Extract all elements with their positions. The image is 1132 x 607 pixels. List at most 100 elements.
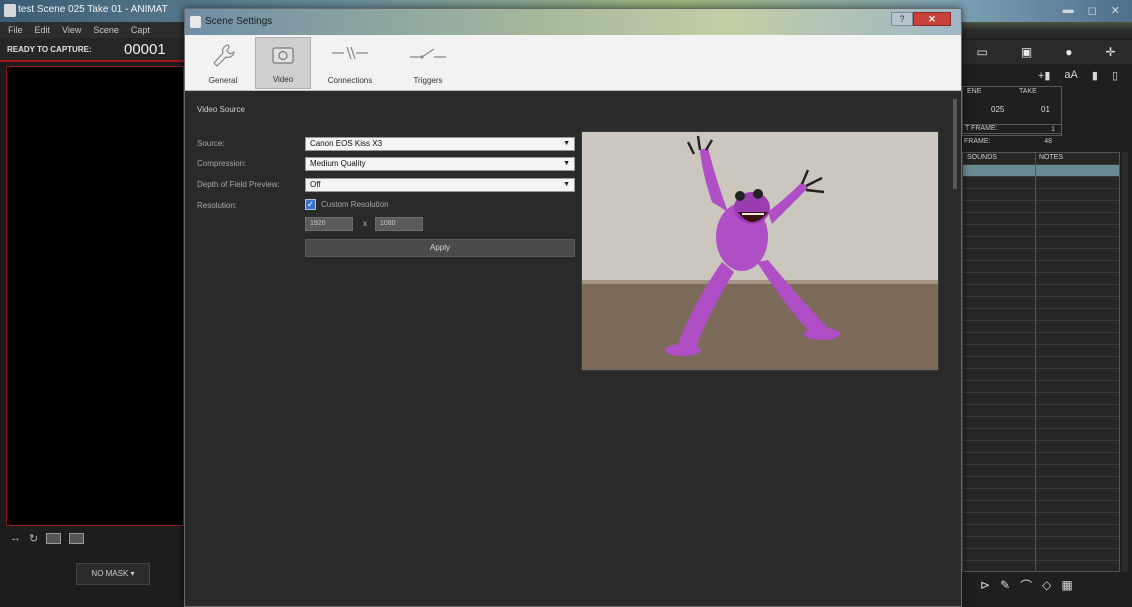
minimize-icon[interactable]: ▬ [1063,4,1074,17]
take-header: TAKE [1019,88,1037,95]
menu-edit[interactable]: Edit [35,22,51,38]
tab-connections[interactable]: Connections [313,37,387,89]
take-value: 01 [1041,105,1050,114]
scene-value: 025 [991,105,1005,114]
app-icon [4,4,16,17]
dof-preview-label: Depth of Field Preview: [197,180,280,189]
tab-triggers-label: Triggers [413,76,443,85]
custom-resolution-label: Custom Resolution [321,200,389,209]
capture-status-bar: READY TO CAPTURE: 00001 [0,38,185,62]
xsheet-scrollbar[interactable] [1122,152,1128,572]
app-title: test Scene 025 Take 01 - ANIMAT [18,4,168,15]
dof-preview-select[interactable]: Off ▼ [305,178,575,192]
camera-icon[interactable]: ▣ [1021,45,1032,59]
dialog-app-icon [190,16,201,28]
video-preview [581,131,939,371]
eraser-icon[interactable]: ◇ [1042,578,1051,592]
menu-capture[interactable]: Capt [131,22,150,38]
dialog-title-bar: Scene Settings ? ✕ [185,9,961,35]
live-view-viewport[interactable] [6,66,184,526]
column-divider [1035,153,1036,571]
puppet-preview-image [582,132,938,370]
tab-general-label: General [208,76,238,85]
apply-button[interactable]: Apply [305,239,575,257]
compression-label: Compression: [197,159,247,168]
width-input[interactable]: 1920 [305,217,353,231]
dialog-controls: ? ✕ [891,12,951,26]
chevron-down-icon: ▼ [563,140,570,147]
custom-resolution-checkbox[interactable]: ✓ [305,199,316,210]
dialog-scrollbar[interactable] [953,99,957,189]
color-swatch-icon[interactable]: ▦ [1061,578,1072,592]
window-controls: ▬ ◻ ✕ [1063,4,1120,17]
layout-icon[interactable]: ▯ [1112,69,1118,82]
frames-value: 48 [1044,138,1052,145]
help-button[interactable]: ? [891,12,913,26]
close-button[interactable]: ✕ [913,12,951,26]
current-frame-row: T FRAME: 1 [962,124,1062,136]
source-select[interactable]: Canon EOS Kiss X3 ▼ [305,137,575,151]
menu-bar: File Edit View Scene Capt [0,22,190,38]
frames-row: FRAME: 48 [962,138,1062,150]
source-label: Source: [197,139,225,148]
move-icon[interactable]: ✛ [1105,45,1115,59]
transport-controls: ↔ ↻ [6,530,184,546]
tab-video-label: Video [272,75,294,84]
right-toolbar: ▭ ▣ ● ✛ [960,40,1132,64]
connections-icon [332,46,368,60]
times-sign: x [363,219,367,228]
menu-scene[interactable]: Scene [93,22,119,38]
desktop: { "background_app": { "title": "test Sce… [0,0,1132,607]
drawing-tools: ⊳ ✎ ⌒ ◇ ▦ [980,574,1130,596]
resolution-label: Resolution: [197,201,238,210]
curve-icon[interactable]: ⌒ [1020,577,1032,594]
monitor-icon[interactable]: ▭ [977,45,988,59]
menu-file[interactable]: File [8,22,23,38]
tab-general[interactable]: General [195,37,251,89]
chevron-down-icon: ▼ [563,181,570,188]
video-settings-panel: Video Source Source: Canon EOS Kiss X3 ▼… [193,99,953,599]
loop-icon[interactable]: ↻ [29,532,38,545]
tab-video[interactable]: Video [255,37,311,89]
no-mask-button[interactable]: NO MASK ▾ [76,563,150,585]
triggers-icon [410,48,446,59]
wrench-icon [213,44,235,67]
frames-label: FRAME: [964,138,991,145]
step-arrows-icon[interactable]: ↔ [10,532,21,544]
timeline-panel: ▭ ▣ ● ✛ +▮ aA ▮ ▯ ENE TAKE 025 01 T FRAM… [960,38,1132,607]
sounds-column-header: SOUNDS [967,154,997,161]
page-icon[interactable]: ▮ [1092,69,1098,82]
compression-select[interactable]: Medium Quality ▼ [305,157,575,171]
source-value: Canon EOS Kiss X3 [310,139,383,148]
height-input[interactable]: 1080 [375,217,423,231]
close-icon[interactable]: ✕ [1111,4,1120,17]
chevron-down-icon: ▼ [563,160,570,167]
add-frame-icon[interactable]: +▮ [1038,69,1050,82]
scene-settings-dialog: Scene Settings ? ✕ General Video Connect… [184,8,962,607]
xsheet-grid[interactable]: SOUNDS NOTES [962,152,1120,572]
font-size-icon[interactable]: aA [1064,69,1077,81]
maximize-icon[interactable]: ◻ [1088,4,1097,17]
dialog-title: Scene Settings [205,16,273,27]
select-arrow-icon[interactable]: ⊳ [980,578,990,592]
dof-preview-value: Off [310,180,321,189]
capture-panel: READY TO CAPTURE: 00001 ↔ ↻ NO MASK ▾ [0,38,185,607]
notes-column-header: NOTES [1039,154,1064,161]
frame-counter: 00001 [124,41,166,58]
filmstrip-icon[interactable] [46,532,62,544]
menu-view[interactable]: View [62,22,81,38]
pencil-icon[interactable]: ✎ [1000,578,1010,592]
current-frame-value: 1 [1051,126,1055,133]
camera-icon [272,47,294,64]
tab-connections-label: Connections [327,76,373,85]
user-icon[interactable]: ● [1065,45,1072,59]
grid-icon[interactable] [69,532,85,544]
tab-triggers[interactable]: Triggers [391,37,465,89]
compression-value: Medium Quality [310,159,366,168]
scene-header: ENE [967,88,982,95]
right-toolbar-secondary: +▮ aA ▮ ▯ [960,64,1132,86]
selected-row[interactable] [963,165,1119,176]
capture-status-label: READY TO CAPTURE: [7,45,92,54]
current-frame-label: T FRAME: [965,125,998,132]
settings-tab-bar: General Video Connections Triggers [185,35,961,91]
